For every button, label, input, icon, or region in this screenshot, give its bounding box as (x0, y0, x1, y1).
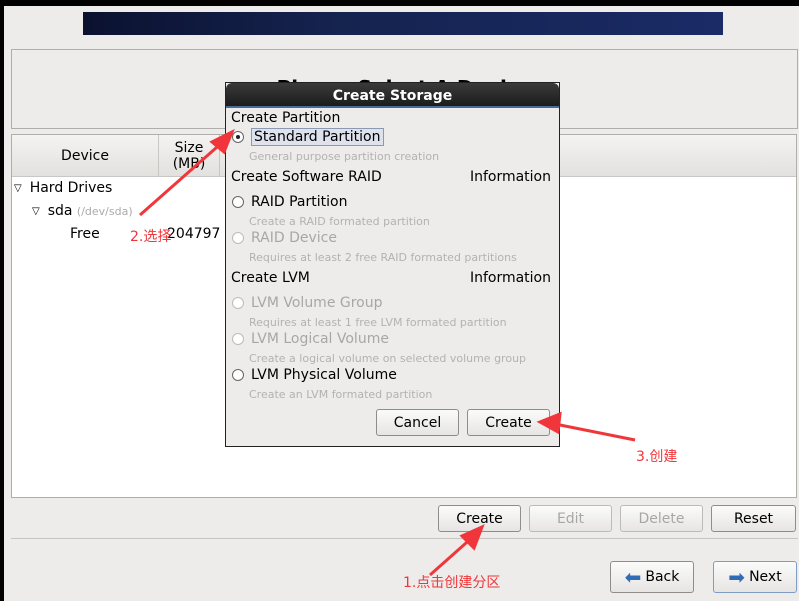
arrow-3 (554, 422, 636, 442)
annotation-2: 2.选择 (130, 229, 172, 245)
arrow-2 (139, 138, 226, 217)
annotation-3: 3.创建 (636, 449, 678, 465)
arrow-3-head (536, 411, 562, 435)
annotation-1: 1.点击创建分区 (403, 575, 501, 591)
annotation-arrows (139, 128, 636, 577)
